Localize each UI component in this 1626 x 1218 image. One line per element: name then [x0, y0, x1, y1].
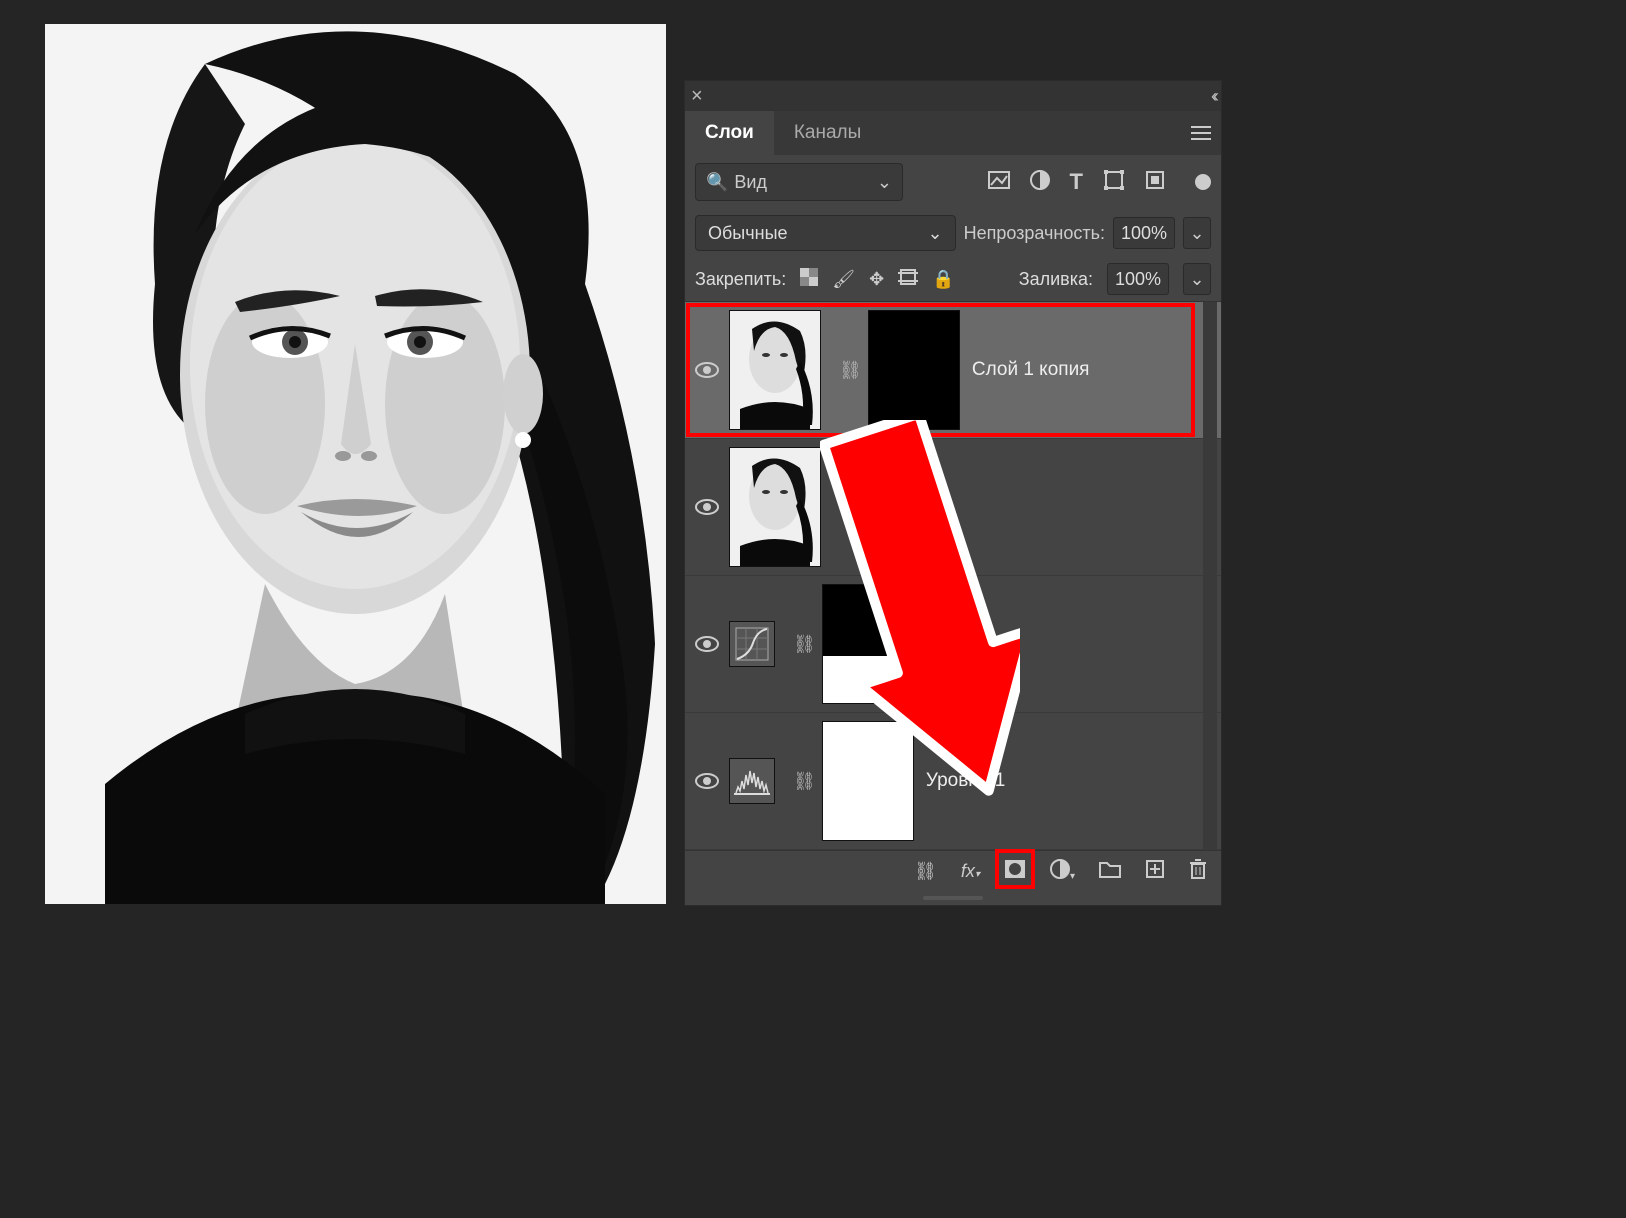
layer-row[interactable] [685, 439, 1221, 576]
filter-adjust-icon[interactable] [1030, 170, 1050, 195]
panel-resize-handle[interactable] [685, 891, 1221, 905]
layer-mask-thumbnail[interactable] [822, 721, 914, 841]
layer-thumbnail[interactable] [729, 310, 821, 430]
portrait-image [45, 24, 666, 904]
visibility-toggle[interactable] [685, 499, 729, 515]
layer-mask-thumbnail[interactable] [822, 584, 914, 704]
blend-mode-row: Обычные ⌄ Непрозрачность: 100% ⌄ [685, 209, 1221, 257]
chevron-down-icon: ⌄ [877, 172, 892, 193]
layers-scrollbar[interactable] [1203, 302, 1217, 850]
blend-mode-select[interactable]: Обычные ⌄ [695, 215, 956, 251]
tab-layers[interactable]: Слои [685, 111, 774, 155]
chevron-down-icon: ⌄ [927, 223, 942, 244]
search-icon: 🔍 [706, 172, 728, 193]
filter-pixel-icon[interactable] [988, 171, 1010, 194]
layers-bottom-bar: ⛓ fx▾ ▾ [685, 850, 1221, 891]
fx-icon[interactable]: fx▾ [961, 861, 980, 882]
filter-shape-icon[interactable] [1103, 169, 1125, 196]
filter-label: Вид [734, 172, 767, 193]
add-mask-icon[interactable] [1004, 859, 1026, 884]
layer-thumbnail[interactable] [729, 447, 821, 567]
close-icon[interactable]: × [691, 85, 703, 108]
trash-icon[interactable] [1189, 858, 1207, 885]
layer-name[interactable]: Слой 1 копия [972, 359, 1090, 381]
layer-name[interactable]: Уровни 1 [926, 770, 1005, 792]
layer-filter-select[interactable]: 🔍 Вид ⌄ [695, 163, 903, 201]
layers-panel: × ‹‹ Слои Каналы 🔍 Вид ⌄ T [684, 80, 1222, 906]
link-layers-icon[interactable]: ⛓ [914, 861, 937, 882]
filter-smart-icon[interactable] [1145, 170, 1165, 195]
adjustment-thumbnail[interactable] [729, 621, 775, 667]
opacity-chevron[interactable]: ⌄ [1183, 217, 1211, 249]
layer-mask-thumbnail[interactable] [868, 310, 960, 430]
visibility-toggle[interactable] [685, 636, 729, 652]
levels-icon [734, 767, 770, 795]
layer-filter-row: 🔍 Вид ⌄ T [685, 155, 1221, 209]
link-icon[interactable]: ⛓ [793, 771, 816, 792]
lock-transparency-icon[interactable] [800, 268, 818, 291]
opacity-label: Непрозрачность: [964, 223, 1105, 244]
layer-row[interactable]: ⛓ Уровни 1 [685, 713, 1221, 850]
collapse-icon[interactable]: ‹‹ [1211, 86, 1215, 107]
opacity-value[interactable]: 100% [1113, 217, 1175, 249]
layer-row[interactable]: ⛓ Слой 1 копия [685, 302, 1221, 439]
lock-position-icon[interactable]: ✥ [869, 269, 884, 290]
fill-value[interactable]: 100% [1107, 263, 1169, 295]
layers-list: ⛓ Слой 1 копия ⛓ ивые 2 [685, 302, 1221, 850]
adjustment-thumbnail[interactable] [729, 758, 775, 804]
document-canvas[interactable] [45, 24, 666, 904]
lock-brush-icon[interactable]: 🖌 [832, 269, 855, 290]
new-layer-icon[interactable] [1145, 859, 1165, 884]
panel-tabs: Слои Каналы [685, 111, 1221, 155]
blend-mode-value: Обычные [708, 223, 788, 244]
filter-type-icon[interactable]: T [1070, 169, 1083, 195]
lock-all-icon[interactable]: 🔒 [932, 269, 954, 290]
lock-row: Закрепить: 🖌 ✥ 🔒 Заливка: 100% ⌄ [685, 257, 1221, 302]
panel-header: × ‹‹ [685, 81, 1221, 111]
lock-label: Закрепить: [695, 269, 786, 290]
link-icon[interactable]: ⛓ [793, 634, 816, 655]
layer-row[interactable]: ⛓ ивые 2 [685, 576, 1221, 713]
adjustment-layer-icon[interactable]: ▾ [1050, 859, 1075, 884]
group-icon[interactable] [1099, 860, 1121, 883]
link-icon[interactable]: ⛓ [839, 360, 862, 381]
layer-name[interactable]: ивые 2 [926, 633, 987, 655]
panel-menu-icon[interactable] [1191, 111, 1211, 155]
tab-channels[interactable]: Каналы [774, 111, 881, 155]
fill-chevron[interactable]: ⌄ [1183, 263, 1211, 295]
visibility-toggle[interactable] [685, 773, 729, 789]
visibility-toggle[interactable] [685, 362, 729, 378]
lock-artboard-icon[interactable] [898, 268, 918, 291]
curves-icon [735, 627, 769, 661]
filter-toggle[interactable] [1195, 174, 1211, 190]
fill-label: Заливка: [1019, 269, 1093, 290]
